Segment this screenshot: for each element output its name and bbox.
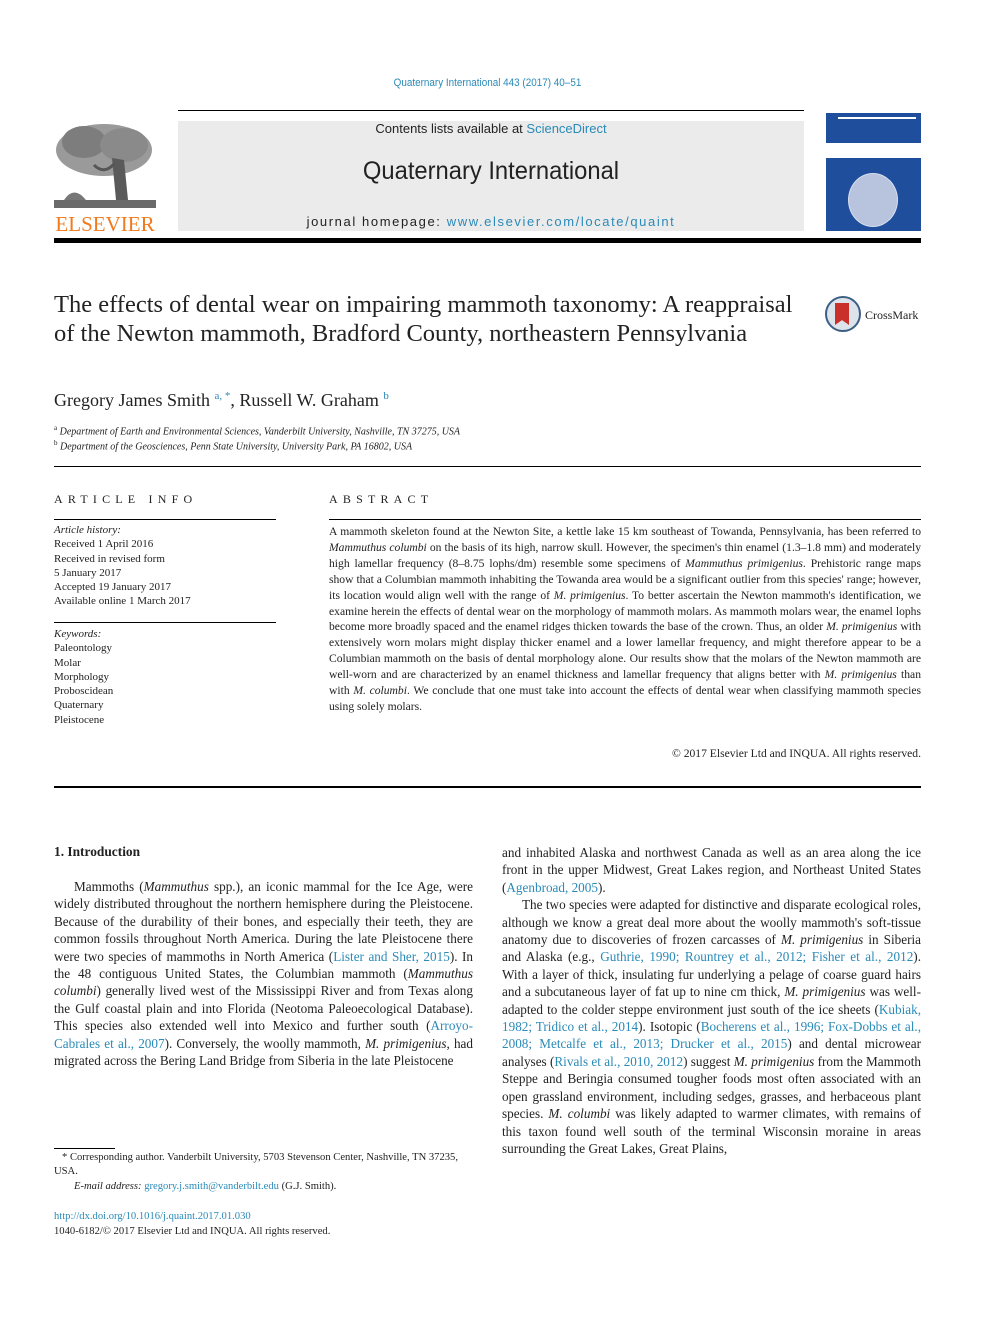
journal-name: Quaternary International [362,157,620,185]
italic-term: Mammuthus [143,879,209,894]
keyword: Morphology [54,670,109,683]
abstract-text: A mammoth skeleton found at the Newton S… [329,524,921,715]
sciencedirect-link[interactable]: ScienceDirect [526,121,606,136]
citation-link[interactable]: Agenbroad, 2005 [506,880,598,895]
affiliation-b: b Department of the Geosciences, Penn St… [54,439,412,452]
author-affiliation-marks[interactable]: a, * [214,390,230,402]
italic-term: M. primigenius [553,588,626,602]
doi-link[interactable]: http://dx.doi.org/10.1016/j.quaint.2017.… [54,1211,251,1222]
body-paragraph: and inhabited Alaska and northwest Canad… [502,844,921,896]
keyword: Proboscidean [54,685,114,698]
affiliation-mark: a [54,424,58,432]
text-run: ) suggest [683,1053,734,1069]
homepage-prefix: journal homepage: [306,214,447,229]
citation-link[interactable]: Lister and Sher, 2015 [333,949,450,964]
abstract-copyright: © 2017 Elsevier Ltd and INQUA. All right… [671,747,921,760]
history-label: Article history: [54,524,121,536]
section-rule [54,466,921,467]
footnote-rule [54,1148,115,1149]
crossmark-label: CrossMark [865,308,919,322]
affiliation-text: Department of Earth and Environmental Sc… [59,426,461,438]
issn-copyright-line: 1040-6182/© 2017 Elsevier Ltd and INQUA.… [54,1226,331,1237]
cover-title-bar [838,117,916,119]
citation-link[interactable]: Rivals et al., 2010, 2012 [554,1054,683,1069]
affiliation-mark: b [54,439,58,447]
author-affiliation-marks[interactable]: b [383,390,389,402]
corresponding-author-footnote: * Corresponding author. Vanderbilt Unive… [54,1151,473,1194]
abstract-rule [329,519,921,520]
italic-term: M. columbi [548,1106,611,1122]
italic-term: M. primigenius [824,668,897,682]
body-paragraph: Mammoths (Mammuthus spp.), an iconic mam… [54,878,473,1069]
body-left-column: Mammoths (Mammuthus spp.), an iconic mam… [54,878,473,1069]
abstract-heading: ABSTRACT [329,492,434,506]
history-item: Received in revised form [54,552,165,565]
italic-term: M. primigenius [784,984,866,1000]
email-link[interactable]: gregory.j.smith@vanderbilt.edu [144,1181,279,1192]
keyword: Molar [54,656,81,669]
elsevier-wordmark: ELSEVIER [55,212,155,236]
journal-cover-thumbnail[interactable] [826,113,921,231]
email-line: E-mail address: gregory.j.smith@vanderbi… [54,1180,473,1194]
article-title: The effects of dental wear on impairing … [54,291,793,347]
keywords-list: Keywords: Paleontology Molar Morphology … [54,627,113,727]
author-list: Gregory James Smith a, *, Russell W. Gra… [54,390,389,411]
history-item: Received 1 April 2016 [54,538,154,551]
contents-prefix: Contents lists available at [375,121,527,136]
contents-line: Contents lists available at ScienceDirec… [178,121,804,136]
keyword: Pleistocene [54,713,105,726]
text-run: A mammoth skeleton found at the Newton S… [329,525,921,538]
body-right-column: and inhabited Alaska and northwest Canad… [502,844,921,1157]
cover-seal-icon [848,173,898,227]
email-label: E-mail address: [74,1180,145,1192]
italic-term: Mammuthus primigenius [685,556,803,570]
italic-term: Mammuthus columbi [329,540,427,554]
affiliation-text: Department of the Geosciences, Penn Stat… [60,441,413,453]
history-item: Accepted 19 January 2017 [54,581,171,594]
article-info-rule [54,519,276,520]
text-run: Mammoths ( [74,879,144,894]
italic-term: M. primigenius [826,620,898,634]
email-suffix: (G.J. Smith). [278,1180,337,1192]
keyword: Quaternary [54,699,104,712]
citation-link[interactable]: Guthrie, 1990; Rountrey et al., 2012; Fi… [600,949,913,964]
italic-term: M. primigenius [733,1053,815,1069]
history-item: Available online 1 March 2017 [54,595,191,608]
italic-term: M. primigenius [780,932,864,948]
history-item: 5 January 2017 [54,566,122,579]
author-name[interactable]: Gregory James Smith [54,390,210,410]
header-thick-rule [54,238,921,243]
journal-homepage-link[interactable]: www.elsevier.com/locate/quaint [447,214,676,229]
keyword: Paleontology [54,642,113,655]
keywords-rule [54,622,276,623]
article-info-heading: ARTICLE INFO [54,492,198,506]
header-rule [178,110,804,111]
abstract-paragraph: A mammoth skeleton found at the Newton S… [329,524,921,715]
text-run: ). [597,879,606,895]
journal-reference-link[interactable]: Quaternary International 443 (2017) 40–5… [49,77,927,89]
text-run: ). Isotopic ( [638,1019,701,1035]
tree-icon [54,120,156,212]
author-name[interactable]: Russell W. Graham [239,390,379,410]
corresponding-author-text: * Corresponding author. Vanderbilt Unive… [54,1152,459,1178]
italic-term: M. primigenius [365,1035,447,1051]
article-history: Article history: Received 1 April 2016 R… [54,523,191,609]
text-run: ) generally lived west of the Mississipp… [54,983,473,1034]
affiliation-a: a Department of Earth and Environmental … [54,424,460,437]
text-run: . We conclude that one must take into ac… [329,684,921,713]
keywords-label: Keywords: [54,628,102,640]
crossmark-button[interactable]: CrossMark [825,296,925,336]
cover-band [826,143,921,158]
text-run: ). Conversely, the woolly mammoth, [164,1035,366,1051]
body-paragraph: The two species were adapted for distinc… [502,896,921,1157]
abstract-bottom-rule [54,786,921,788]
homepage-line: journal homepage: www.elsevier.com/locat… [178,214,804,229]
section-heading-introduction: 1. Introduction [54,844,141,859]
italic-term: M. columbi [353,684,407,698]
